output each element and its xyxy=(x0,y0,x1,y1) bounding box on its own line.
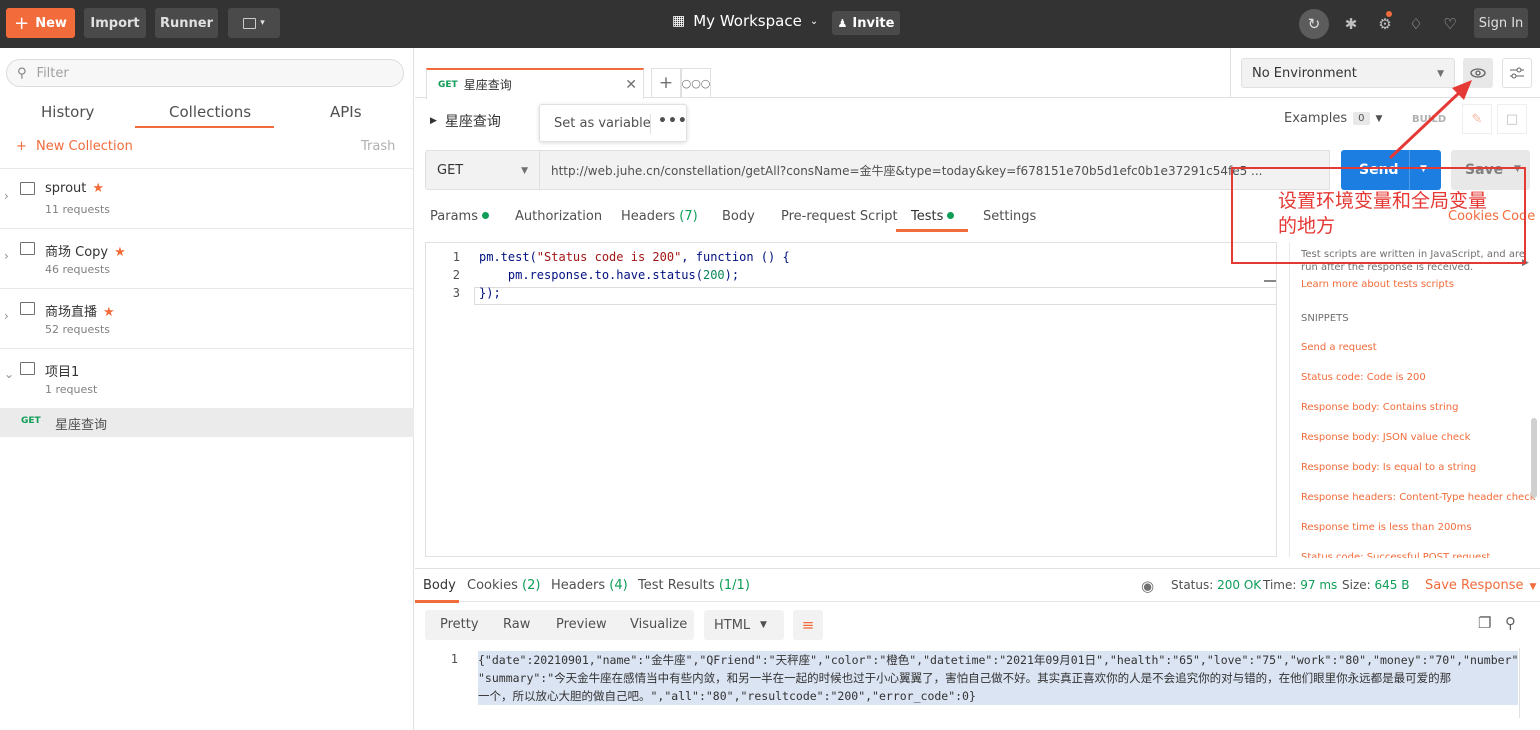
annotation-text: 设置环境变量和全局变量的地方 xyxy=(1278,190,1488,237)
annotation-arrow xyxy=(1388,80,1472,160)
